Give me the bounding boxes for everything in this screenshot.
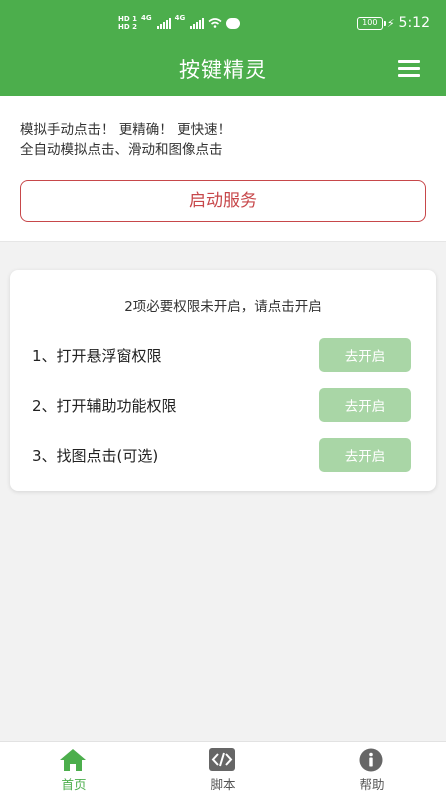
permission-label: 3、找图点击(可选) [32, 447, 159, 465]
status-indicators: HD 1 HD 2 4G 4G [118, 14, 241, 32]
battery-icon: 100 [356, 16, 386, 30]
permission-label: 1、打开悬浮窗权限 [32, 347, 162, 365]
nav-item-script[interactable]: 脚本 [149, 742, 297, 796]
wifi-icon [208, 18, 222, 28]
app-header: HD 1 HD 2 4G 4G 100 ⚡ 5:12 按键精灵 [0, 0, 446, 96]
status-right: 100 ⚡ 5:12 [356, 14, 430, 32]
nav-item-help[interactable]: 帮助 [298, 742, 446, 796]
permission-row-image-click: 3、找图点击(可选) 去开启 [10, 438, 436, 472]
enable-overlay-button[interactable]: 去开启 [319, 338, 411, 372]
code-icon [209, 748, 235, 771]
app-title: 按键精灵 [179, 58, 267, 82]
intro-line-1: 模拟手动点击！ 更精确！ 更快速！ [20, 122, 232, 138]
signal-icon [156, 17, 171, 29]
charging-icon: ⚡ [386, 16, 395, 30]
signal-icon [190, 17, 205, 29]
status-time: 5:12 [398, 15, 430, 31]
hd1-label: HD 1 [118, 15, 137, 23]
permission-row-overlay: 1、打开悬浮窗权限 去开启 [10, 338, 436, 372]
menu-icon[interactable] [396, 58, 424, 80]
intro-line-2: 全自动模拟点击、滑动和图像点击 [20, 142, 223, 158]
chat-icon [226, 17, 241, 29]
signal2-label: 4G [174, 14, 186, 22]
nav-label-script: 脚本 [210, 777, 236, 792]
start-service-button[interactable]: 启动服务 [20, 180, 426, 222]
enable-image-click-button[interactable]: 去开启 [319, 438, 411, 472]
enable-accessibility-button[interactable]: 去开启 [319, 388, 411, 422]
nav-item-home[interactable]: 首页 [0, 742, 148, 796]
permission-row-accessibility: 2、打开辅助功能权限 去开启 [10, 388, 436, 422]
signal1-label: 4G [140, 14, 152, 22]
nav-label-home: 首页 [61, 777, 87, 792]
title-bar: 按键精灵 [0, 42, 446, 96]
permission-card-title: 2项必要权限未开启，请点击开启 [124, 299, 322, 315]
battery-level: 100 [362, 17, 378, 27]
info-icon [359, 748, 383, 772]
status-bar: HD 1 HD 2 4G 4G 100 ⚡ 5:12 [0, 0, 446, 42]
intro-section: 模拟手动点击！ 更精确！ 更快速！ 全自动模拟点击、滑动和图像点击 启动服务 [0, 96, 446, 242]
nav-label-help: 帮助 [359, 777, 385, 792]
permission-label: 2、打开辅助功能权限 [32, 397, 177, 415]
permission-card: 2项必要权限未开启，请点击开启 1、打开悬浮窗权限 去开启 2、打开辅助功能权限… [10, 270, 436, 491]
hd2-label: HD 2 [118, 23, 137, 31]
bottom-nav: 首页 脚本 帮助 [0, 741, 446, 796]
hd-indicator: HD 1 HD 2 [118, 15, 137, 31]
home-icon [60, 749, 86, 771]
